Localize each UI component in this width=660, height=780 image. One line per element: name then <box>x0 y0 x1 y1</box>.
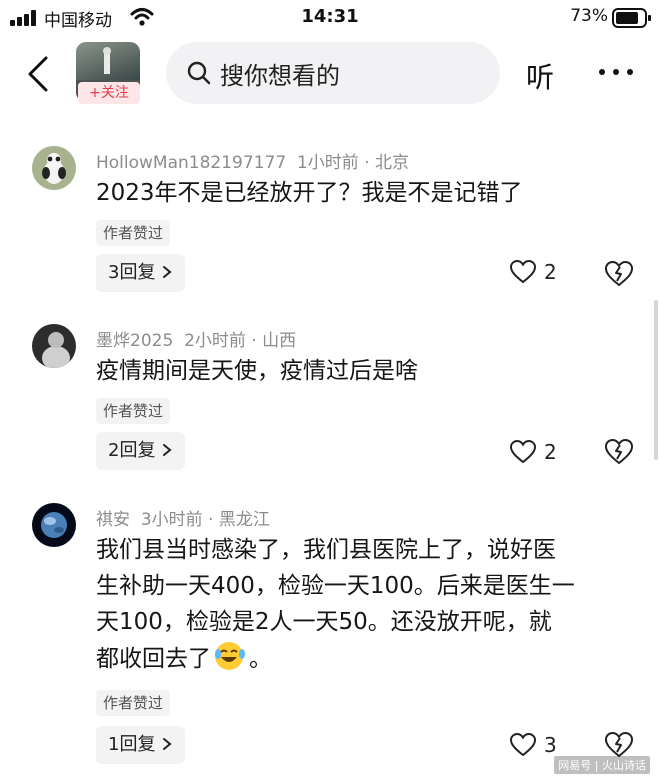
comment-text-line: 生补助一天400，检验一天100。后来是医生一 <box>96 573 575 599</box>
scrollbar[interactable] <box>654 300 658 460</box>
comment-text-line: 我们县当时感染了，我们县医院上了，说好医 <box>96 537 556 563</box>
comment-text-end: 。 <box>249 646 272 672</box>
comment-time: 1小时前 <box>296 153 359 173</box>
like-count: 3 <box>544 733 557 757</box>
comment-location: 山西 <box>262 331 297 351</box>
dislike-heart-icon[interactable] <box>605 731 633 759</box>
comment-meta: 祺安 3小时前 · 黑龙江 <box>96 505 270 530</box>
more-icon[interactable] <box>596 54 636 90</box>
author-liked-badge: 作者赞过 <box>96 220 171 246</box>
comment-location: 北京 <box>375 153 409 173</box>
avatar[interactable] <box>32 503 76 547</box>
reply-count-button[interactable]: 1回复 <box>96 726 186 764</box>
status-bar: 中国移动 14:31 73% <box>0 0 660 34</box>
search-icon <box>187 61 211 85</box>
comment-time: 2小时前 <box>184 331 246 351</box>
comment-text: 2023年不是已经放开了？我是不是记错了 <box>96 180 523 206</box>
comment-text-line-last: 都收回去了 。 <box>96 640 575 677</box>
reply-count-label: 2回复 <box>108 440 156 461</box>
like-count: 2 <box>544 260 557 284</box>
dislike-heart-icon[interactable] <box>605 260 633 288</box>
chevron-right-icon <box>163 444 172 456</box>
author-liked-badge: 作者赞过 <box>96 398 171 424</box>
watermark: 网易号 | 火山诗话 <box>554 756 650 774</box>
like-count: 2 <box>544 440 557 464</box>
clock: 14:31 <box>301 6 359 27</box>
battery-percent: 73% <box>570 6 608 26</box>
meta-separator: · <box>208 510 214 530</box>
like-button[interactable]: 3 <box>510 733 557 757</box>
comment-username[interactable]: 墨烨2025 <box>96 331 173 351</box>
listen-button[interactable]: 听 <box>526 56 554 96</box>
follow-button[interactable]: +关注 <box>78 82 140 104</box>
comment-meta: HollowMan182197177 1小时前 · 北京 <box>96 148 409 173</box>
comment-time: 3小时前 <box>140 510 203 530</box>
avatar[interactable] <box>32 324 76 368</box>
like-button[interactable]: 2 <box>510 260 557 284</box>
heart-icon <box>510 440 536 464</box>
heart-icon <box>510 260 536 284</box>
comment-text: 我们县当时感染了，我们县医院上了，说好医 生补助一天400，检验一天100。后来… <box>96 532 575 677</box>
comment-text: 疫情期间是天使，疫情过后是啥 <box>96 358 418 384</box>
chevron-right-icon <box>163 738 172 750</box>
battery-icon <box>612 8 651 28</box>
meta-separator: · <box>251 331 257 351</box>
like-button[interactable]: 2 <box>510 440 557 464</box>
meta-separator: · <box>364 153 370 173</box>
comment-username[interactable]: 祺安 <box>96 510 130 530</box>
back-icon[interactable] <box>22 52 56 96</box>
author-liked-badge: 作者赞过 <box>96 690 171 716</box>
dislike-heart-icon[interactable] <box>605 438 633 466</box>
laugh-cry-emoji <box>215 642 245 670</box>
comment-location: 黑龙江 <box>218 510 270 530</box>
reply-count-button[interactable]: 2回复 <box>96 432 186 470</box>
comment-text-line: 都收回去了 <box>96 646 211 672</box>
comment-meta: 墨烨2025 2小时前 · 山西 <box>96 326 296 351</box>
comment-username[interactable]: HollowMan182197177 <box>96 153 286 173</box>
avatar[interactable] <box>32 146 76 190</box>
comment-text-line: 天100，检验是2人一天50。还没放开呢，就 <box>96 609 552 635</box>
reply-count-button[interactable]: 3回复 <box>96 254 186 292</box>
search-placeholder: 搜你想看的 <box>220 62 340 90</box>
heart-icon <box>510 733 536 757</box>
chevron-right-icon <box>163 266 172 278</box>
reply-count-label: 3回复 <box>108 262 156 283</box>
reply-count-label: 1回复 <box>108 734 156 755</box>
